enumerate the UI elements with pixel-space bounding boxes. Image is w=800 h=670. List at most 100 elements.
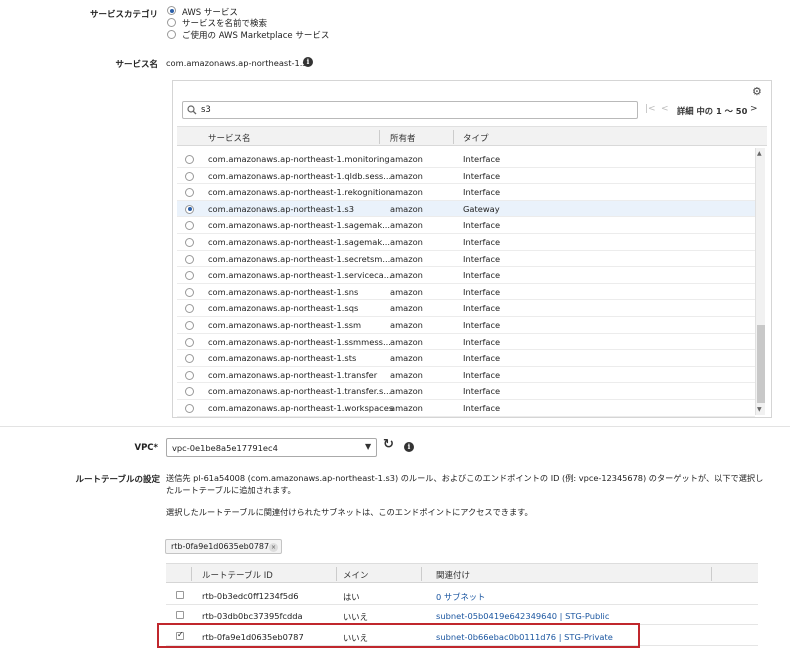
radio-search-by-name[interactable] xyxy=(167,18,176,27)
row-radio[interactable] xyxy=(185,287,194,297)
main-cell: いいえ xyxy=(343,612,368,622)
association-link[interactable]: 0 サブネット xyxy=(436,591,485,603)
row-radio[interactable] xyxy=(185,238,194,247)
prev-page-icon[interactable]: < xyxy=(661,104,669,114)
type-cell: Gateway xyxy=(463,203,500,214)
route-table-desc-2: たルートテーブルに追加されます。 xyxy=(166,485,296,495)
table-row[interactable]: com.amazonaws.ap-northeast-1.ssmmess... a… xyxy=(177,334,755,351)
col-type[interactable]: タイプ xyxy=(463,132,489,144)
main-cell: はい xyxy=(343,592,360,602)
row-radio[interactable] xyxy=(185,155,194,164)
owner-cell: amazon xyxy=(390,336,423,347)
divider xyxy=(0,426,790,427)
row-checkbox[interactable] xyxy=(176,611,184,619)
search-value: s3 xyxy=(201,105,211,115)
row-radio[interactable] xyxy=(185,271,194,281)
gear-icon[interactable]: ⚙ xyxy=(752,85,762,98)
row-radio[interactable] xyxy=(185,204,194,214)
service-name-cell: com.amazonaws.ap-northeast-1.monitoring xyxy=(208,154,390,164)
info-icon[interactable]: i xyxy=(303,57,313,67)
type-cell: Interface xyxy=(463,286,501,297)
service-name-value: com.amazonaws.ap-northeast-1.s3 xyxy=(166,58,313,68)
owner-cell: amazon xyxy=(390,403,423,413)
row-radio[interactable] xyxy=(185,188,194,198)
type-cell: Interface xyxy=(463,237,501,247)
row-radio[interactable] xyxy=(185,337,194,347)
highlight-box xyxy=(157,623,640,648)
vpc-select[interactable]: vpc-0e1be8a5e17791ec4 ▼ xyxy=(166,438,377,457)
chevron-down-icon: ▼ xyxy=(365,442,372,451)
owner-cell: amazon xyxy=(390,203,423,214)
row-checkbox[interactable] xyxy=(176,591,184,599)
col-service-name[interactable]: サービス名 xyxy=(208,132,251,144)
row-radio[interactable] xyxy=(185,304,194,314)
route-table-header: ルートテーブル ID メイン 関連付け xyxy=(166,563,758,583)
col-main[interactable]: メイン xyxy=(343,569,369,581)
row-radio[interactable] xyxy=(185,221,194,231)
table-row[interactable]: com.amazonaws.ap-northeast-1.serviceca..… xyxy=(177,267,755,284)
row-radio[interactable] xyxy=(185,354,194,364)
chip-label: rtb-0fa9e1d0635eb0787 xyxy=(171,542,270,551)
owner-cell: amazon xyxy=(390,253,423,264)
service-name-cell: com.amazonaws.ap-northeast-1.sqs xyxy=(208,303,359,314)
radio-marketplace[interactable] xyxy=(167,30,176,39)
vpc-info-icon[interactable]: i xyxy=(404,442,414,452)
table-row[interactable]: com.amazonaws.ap-northeast-1.s3 amazon Gat… xyxy=(177,200,755,218)
col-route-table-id[interactable]: ルートテーブル ID xyxy=(202,569,273,581)
table-row[interactable]: rtb-0b3edc0ff1234f5d6 はい 0 サブネット xyxy=(166,585,758,605)
vpc-label: VPC* xyxy=(134,443,159,453)
radio-aws-services[interactable] xyxy=(167,6,176,15)
type-cell: Interface xyxy=(463,170,501,181)
table-row[interactable]: com.amazonaws.ap-northeast-1.secretsm...… xyxy=(177,251,755,268)
type-cell: Interface xyxy=(463,270,501,281)
service-name-label: サービス名 xyxy=(115,60,158,70)
row-radio[interactable] xyxy=(185,370,194,380)
table-row[interactable]: com.amazonaws.ap-northeast-1.sagemak... a… xyxy=(177,234,755,251)
service-name-cell: com.amazonaws.ap-northeast-1.sts xyxy=(208,353,357,364)
refresh-icon[interactable]: ↻ xyxy=(383,437,394,452)
table-row[interactable]: com.amazonaws.ap-northeast-1.sns amazon In… xyxy=(177,284,755,301)
row-radio[interactable] xyxy=(185,404,194,413)
col-owner[interactable]: 所有者 xyxy=(390,132,416,144)
type-cell: Interface xyxy=(463,187,501,198)
scroll-up-icon[interactable]: ▲ xyxy=(757,150,762,157)
owner-cell: amazon xyxy=(390,286,423,297)
row-radio[interactable] xyxy=(185,321,194,330)
service-table-header: サービス名 所有者 タイプ xyxy=(177,126,767,146)
row-radio[interactable] xyxy=(185,254,194,264)
col-association[interactable]: 関連付け xyxy=(436,569,470,581)
type-cell: Interface xyxy=(463,154,501,164)
table-row[interactable]: com.amazonaws.ap-northeast-1.qldb.sess..… xyxy=(177,168,755,185)
first-page-icon[interactable]: |< xyxy=(645,104,656,114)
service-name-cell: com.amazonaws.ap-northeast-1.s3 xyxy=(208,203,355,214)
table-row[interactable]: com.amazonaws.ap-northeast-1.transfer ama… xyxy=(177,367,755,384)
service-name-cell: com.amazonaws.ap-northeast-1.workspaces xyxy=(208,403,394,413)
close-icon[interactable]: × xyxy=(269,543,278,552)
service-name-cell: com.amazonaws.ap-northeast-1.rekognition xyxy=(208,187,392,198)
table-row[interactable]: com.amazonaws.ap-northeast-1.sagemak... a… xyxy=(177,217,755,234)
table-row[interactable]: com.amazonaws.ap-northeast-1.sqs amazon In… xyxy=(177,300,755,317)
table-row[interactable]: com.amazonaws.ap-northeast-1.sts amazon In… xyxy=(177,350,755,367)
next-page-icon[interactable]: > xyxy=(750,104,758,114)
row-radio[interactable] xyxy=(185,171,194,181)
scroll-down-icon[interactable]: ▼ xyxy=(757,406,762,413)
association-link[interactable]: subnet-05b0419e642349640 | STG-Public xyxy=(436,611,609,621)
table-row[interactable]: com.amazonaws.ap-northeast-1.monitoring a… xyxy=(177,151,755,168)
table-row[interactable]: com.amazonaws.ap-northeast-1.rekognition… xyxy=(177,184,755,201)
scrollbar-thumb[interactable] xyxy=(757,325,765,403)
owner-cell: amazon xyxy=(390,270,423,281)
service-name-cell: com.amazonaws.ap-northeast-1.ssm xyxy=(208,320,362,330)
table-row[interactable]: com.amazonaws.ap-northeast-1.ssm amazon In… xyxy=(177,317,755,334)
service-name-cell: com.amazonaws.ap-northeast-1.secretsm... xyxy=(208,253,391,264)
selected-route-table-chip: rtb-0fa9e1d0635eb0787 × xyxy=(165,539,282,554)
type-cell: Interface xyxy=(463,353,501,364)
owner-cell: amazon xyxy=(390,237,423,247)
service-table-scrollbar[interactable]: ▲ ▼ xyxy=(755,148,765,415)
service-category-label: サービスカテゴリ xyxy=(89,10,158,20)
table-row[interactable]: com.amazonaws.ap-northeast-1.workspaces a… xyxy=(177,400,755,417)
row-radio[interactable] xyxy=(185,387,194,397)
service-search-input[interactable]: s3 xyxy=(182,101,638,119)
table-row[interactable]: com.amazonaws.ap-northeast-1.transfer.s.… xyxy=(177,383,755,400)
table-row[interactable]: rtb-03db0bc37395fcdda いいえ subnet-05b0419e6… xyxy=(166,605,758,625)
service-name-cell: com.amazonaws.ap-northeast-1.sagemak... xyxy=(208,220,391,231)
